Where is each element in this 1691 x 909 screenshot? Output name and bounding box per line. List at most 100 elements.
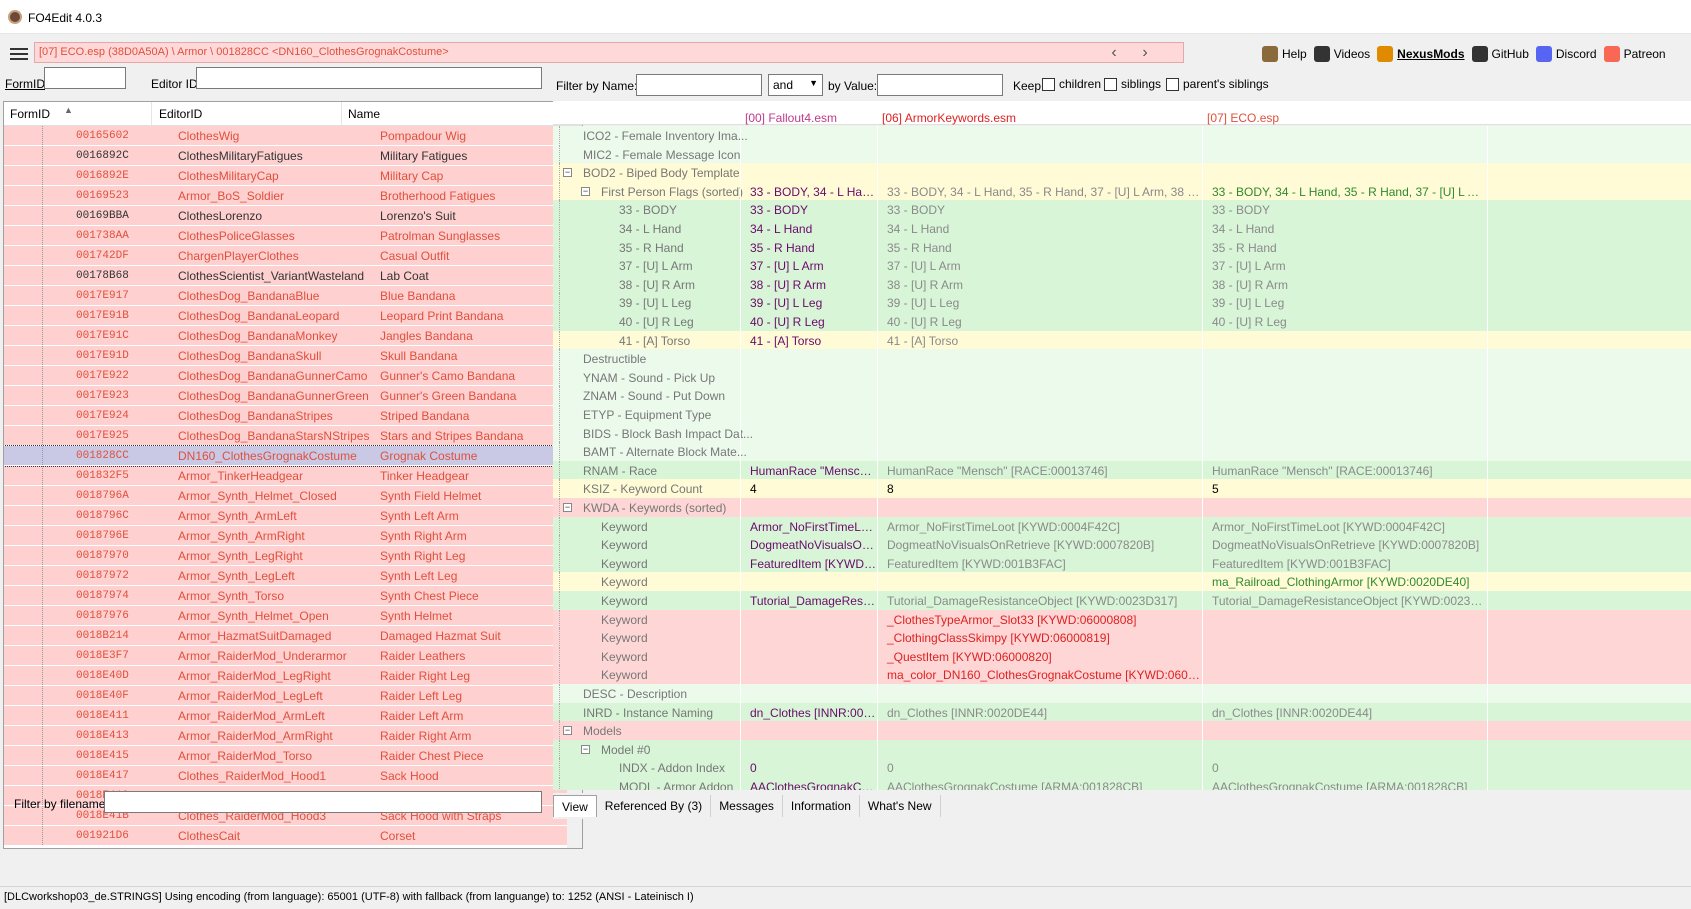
field-row[interactable]: 41 - [A] Torso 41 - [A] Torso 41 - [A] Tor… (553, 330, 1691, 351)
record-row[interactable]: 0018B214 Armor_HazmatSuitDamaged Damaged H… (4, 626, 567, 646)
field-row[interactable]: MIC2 - Female Message Icon (553, 144, 1691, 165)
record-row[interactable]: 0016892E ClothesMilitaryCap Military Cap (4, 166, 567, 186)
field-row[interactable]: Keyword DogmeatNoVisualsOn... DogmeatNoVis… (553, 535, 1691, 556)
field-row[interactable]: − KWDA - Keywords (sorted) (553, 498, 1691, 518)
field-row[interactable]: 40 - [U] R Leg 40 - [U] R Leg 40 - [U] R L… (553, 312, 1691, 332)
filter-value-input[interactable] (877, 74, 1003, 96)
record-row[interactable]: 0018E415 Armor_RaiderMod_Torso Raider Ches… (4, 746, 567, 766)
field-row[interactable]: Keyword _ClothingClassSkimpy [KYWD:060008… (553, 628, 1691, 649)
field-row[interactable]: Keyword _QuestItem [KYWD:06000820] (553, 646, 1691, 667)
record-row[interactable]: 0017E917 ClothesDog_BandanaBlue Blue Banda… (4, 286, 567, 306)
tab-information[interactable]: Information (783, 795, 860, 817)
link-patreon[interactable]: Patreon (1603, 46, 1666, 62)
formid-input[interactable] (44, 67, 126, 89)
column-header-editorid[interactable]: EditorID (159, 107, 202, 121)
tab-referenced-by-3[interactable]: Referenced By (3) (597, 795, 712, 817)
column-header-fallout4[interactable]: [00] Fallout4.esm (745, 111, 837, 125)
record-row[interactable]: 001738AA ClothesPoliceGlasses Patrolman Su… (4, 226, 567, 246)
keep-parents-siblings-checkbox[interactable]: parent's siblings (1166, 77, 1269, 92)
column-header-name[interactable]: Name (348, 107, 380, 121)
record-row[interactable]: 0017E91D ClothesDog_BandanaSkull Skull Ban… (4, 346, 567, 366)
record-row[interactable]: 00169BBA ClothesLorenzo Lorenzo's Suit (4, 206, 567, 226)
forward-button[interactable]: › (1136, 43, 1154, 63)
field-row[interactable]: YNAM - Sound - Pick Up (553, 367, 1691, 388)
field-row[interactable]: 39 - [U] L Leg 39 - [U] L Leg 39 - [U] L L… (553, 293, 1691, 314)
field-row[interactable]: − First Person Flags (sorted) 33 - BODY, 3… (553, 181, 1691, 202)
field-row[interactable]: Keyword FeaturedItem [KYWD:0... FeaturedIt… (553, 553, 1691, 574)
filter-operator-select[interactable]: and ▼ (768, 74, 823, 96)
tab-messages[interactable]: Messages (711, 795, 783, 817)
record-row[interactable]: 0017E922 ClothesDog_BandanaGunnerCamo Gunn… (4, 366, 567, 386)
column-header-armorkeywords[interactable]: [06] ArmorKeywords.esm (882, 111, 1016, 125)
field-row[interactable]: RNAM - Race HumanRace "Mensch"... HumanRac… (553, 460, 1691, 481)
record-row[interactable]: 00169523 Armor_BoS_Soldier Brotherhood Fat… (4, 186, 567, 206)
record-row[interactable]: 0018796A Armor_Synth_Helmet_Closed Synth F… (4, 486, 567, 506)
record-row[interactable]: 001832F5 Armor_TinkerHeadgear Tinker Headg… (4, 466, 567, 486)
record-row[interactable]: 001742DF ChargenPlayerClothes Casual Outfi… (4, 246, 567, 266)
column-header-eco[interactable]: [07] ECO.esp (1207, 111, 1279, 125)
field-row[interactable]: 33 - BODY 33 - BODY 33 - BODY 33 - BODY (553, 200, 1691, 221)
field-row[interactable]: INDX - Addon Index 0 0 0 (553, 758, 1691, 779)
field-row[interactable]: Keyword ma_color_DN160_ClothesGrognakCost… (553, 665, 1691, 686)
record-row[interactable]: 0017E924 ClothesDog_BandanaStripes Striped… (4, 406, 567, 426)
record-row[interactable]: 0018E413 Armor_RaiderMod_ArmRight Raider R… (4, 726, 567, 746)
menu-icon[interactable] (10, 48, 28, 60)
field-row[interactable]: Keyword Tutorial_DamageResist... Tutorial_… (553, 591, 1691, 611)
field-row[interactable]: − Model #0 (553, 739, 1691, 760)
keep-children-checkbox[interactable]: children (1042, 77, 1101, 92)
record-row[interactable]: 0017E925 ClothesDog_BandanaStarsNStripes S… (4, 426, 567, 446)
field-row[interactable]: MODL - Armor Addon AAClothesGrognakCos...… (553, 777, 1691, 790)
record-row[interactable]: 0018E40F Armor_RaiderMod_LegLeft Raider Le… (4, 686, 567, 706)
link-help[interactable]: Help (1262, 46, 1307, 62)
field-row[interactable]: INRD - Instance Naming dn_Clothes [INNR:0… (553, 702, 1691, 723)
keep-siblings-checkbox[interactable]: siblings (1104, 77, 1161, 92)
field-row[interactable]: ZNAM - Sound - Put Down (553, 386, 1691, 407)
record-row[interactable]: 001921D6 ClothesCait Corset (4, 826, 567, 846)
record-row[interactable]: 00178B68 ClothesScientist_VariantWastelan… (4, 266, 567, 286)
field-row[interactable]: DESC - Description (553, 684, 1691, 704)
collapse-icon[interactable]: − (581, 744, 590, 754)
field-row[interactable]: BAMT - Alternate Block Mate... (553, 442, 1691, 463)
collapse-icon[interactable]: − (563, 168, 572, 178)
record-path-bar[interactable]: [07] ECO.esp (38D0A50A) \ Armor \ 001828… (34, 42, 1184, 63)
record-row[interactable]: 00187976 Armor_Synth_Helmet_Open Synth Hel… (4, 606, 567, 626)
collapse-icon[interactable]: − (581, 186, 590, 196)
field-row[interactable]: Keyword Armor_NoFirstTimeLo... Armor_NoFir… (553, 516, 1691, 537)
tab-view[interactable]: View (553, 795, 597, 817)
filter-name-input[interactable] (636, 74, 762, 96)
record-row[interactable]: 00187972 Armor_Synth_LegLeft Synth Left Le… (4, 566, 567, 586)
record-row[interactable]: 0018E411 Armor_RaiderMod_ArmLeft Raider Le… (4, 706, 567, 726)
tab-what-s-new[interactable]: What's New (860, 795, 941, 817)
field-row[interactable]: Destructible (553, 349, 1691, 370)
editorid-input[interactable] (196, 67, 542, 89)
field-row[interactable]: 37 - [U] L Arm 37 - [U] L Arm 37 - [U] L A… (553, 256, 1691, 277)
link-videos[interactable]: Videos (1313, 46, 1370, 62)
back-button[interactable]: ‹ (1105, 43, 1123, 63)
record-row[interactable]: 0018E417 Clothes_RaiderMod_Hood1 Sack Hood (4, 766, 567, 786)
record-row[interactable]: 0016892C ClothesMilitaryFatigues Military … (4, 146, 567, 166)
field-row[interactable]: ICO2 - Female Inventory Ima... (553, 126, 1691, 146)
record-row[interactable]: 0018796C Armor_Synth_ArmLeft Synth Left Ar… (4, 506, 567, 526)
record-row[interactable]: 001828CC DN160_ClothesGrognakCostume Grogn… (4, 445, 568, 467)
record-row[interactable]: 0018E3F7 Armor_RaiderMod_Underarmor Raider… (4, 646, 567, 666)
record-row[interactable]: 00187974 Armor_Synth_Torso Synth Chest Pie… (4, 586, 567, 606)
field-row[interactable]: ETYP - Equipment Type (553, 405, 1691, 425)
record-row[interactable]: 0017E923 ClothesDog_BandanaGunnerGreen Gun… (4, 386, 567, 406)
field-row[interactable]: − BOD2 - Biped Body Template (553, 163, 1691, 184)
field-row[interactable]: Keyword ma_Railroad_ClothingArmor [KYWD:0… (553, 572, 1691, 593)
record-row[interactable]: 00187970 Armor_Synth_LegRight Synth Right … (4, 546, 567, 566)
field-row[interactable]: BIDS - Block Bash Impact Dat... (553, 423, 1691, 444)
filename-filter-input[interactable] (104, 791, 542, 813)
link-nexusmods[interactable]: NexusMods (1377, 46, 1465, 62)
field-row[interactable]: − Models (553, 721, 1691, 742)
collapse-icon[interactable]: − (563, 503, 572, 512)
record-row[interactable]: 0018796E Armor_Synth_ArmRight Synth Right … (4, 526, 567, 546)
field-row[interactable]: 34 - L Hand 34 - L Hand 34 - L Hand 34 - L … (553, 219, 1691, 239)
column-header-formid[interactable]: FormID (10, 107, 50, 121)
collapse-icon[interactable]: − (563, 726, 572, 736)
field-row[interactable]: Keyword _ClothesTypeArmor_Slot33 [KYWD:06… (553, 609, 1691, 630)
field-row[interactable]: KSIZ - Keyword Count 4 8 5 (553, 479, 1691, 500)
link-discord[interactable]: Discord (1535, 46, 1597, 62)
record-row[interactable]: 00165602 ClothesWig Pompadour Wig (4, 126, 567, 146)
link-github[interactable]: GitHub (1471, 46, 1529, 62)
